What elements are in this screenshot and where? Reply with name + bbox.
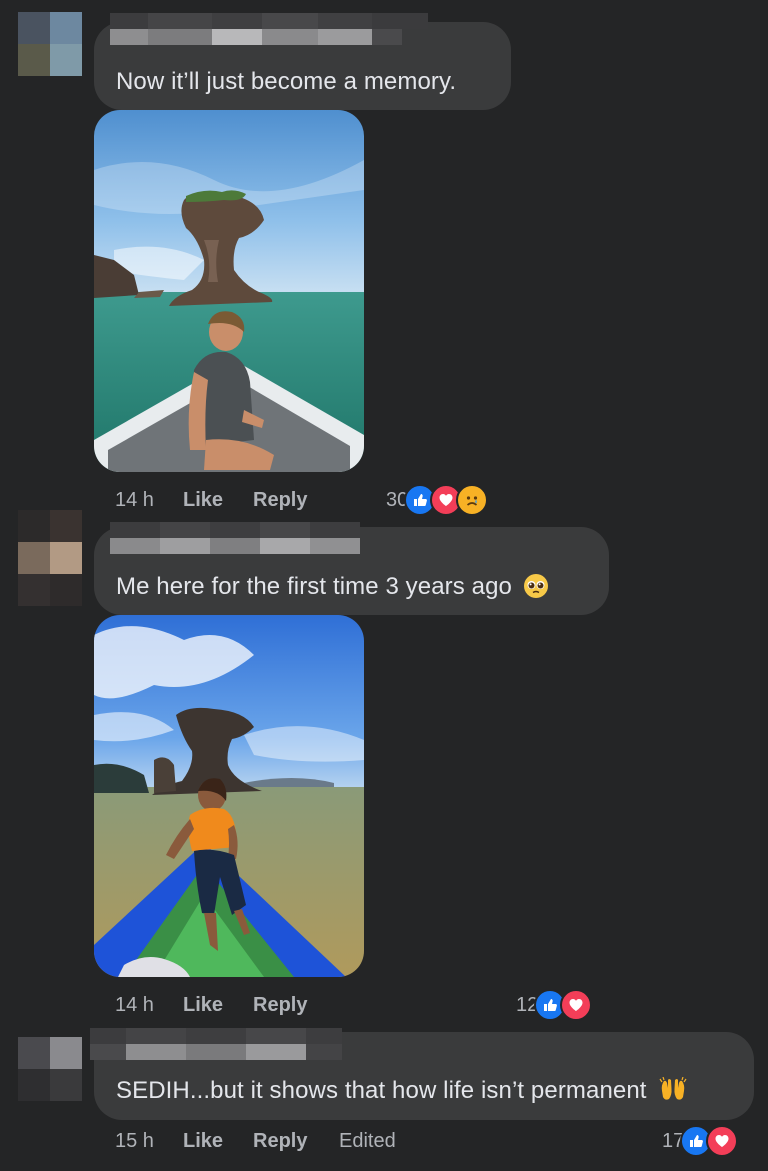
comment-photo[interactable] xyxy=(94,110,364,472)
raising-hands-emoji xyxy=(659,1076,687,1100)
reply-button[interactable]: Reply xyxy=(253,1130,307,1153)
reply-button[interactable]: Reply xyxy=(253,489,307,512)
sad-icon xyxy=(456,484,489,516)
comment-text-content: Me here for the first time 3 years ago xyxy=(116,573,512,600)
pleading-face-emoji xyxy=(523,573,548,598)
reaction-summary[interactable]: 30 xyxy=(386,484,489,516)
avatar[interactable] xyxy=(18,1037,82,1101)
love-icon xyxy=(560,989,593,1021)
reaction-summary[interactable]: 12 xyxy=(516,989,593,1021)
comment-time[interactable]: 14 h xyxy=(115,489,154,512)
comment-text: Me here for the first time 3 years ago xyxy=(116,573,549,601)
comment-text: Now it’ll just become a memory. xyxy=(116,68,457,95)
comment-text-content: SEDIH...but it shows that how life isn’t… xyxy=(116,1077,647,1104)
avatar[interactable] xyxy=(18,12,82,76)
like-button[interactable]: Like xyxy=(183,994,223,1017)
edited-label[interactable]: Edited xyxy=(339,1130,396,1153)
comment-time[interactable]: 15 h xyxy=(115,1130,154,1153)
comment-time[interactable]: 14 h xyxy=(115,994,154,1017)
comment-text: SEDIH...but it shows that how life isn’t… xyxy=(116,1076,687,1105)
reply-button[interactable]: Reply xyxy=(253,994,307,1017)
like-button[interactable]: Like xyxy=(183,489,223,512)
commenter-name[interactable] xyxy=(90,1028,342,1060)
reaction-summary[interactable]: 17 xyxy=(662,1125,739,1157)
love-icon xyxy=(706,1125,739,1157)
comment-thread: Now it’ll just become a memory. 14 h Lik… xyxy=(0,0,768,1171)
commenter-name[interactable] xyxy=(110,13,428,45)
comment-photo[interactable] xyxy=(94,615,364,977)
commenter-name[interactable] xyxy=(110,522,360,554)
like-button[interactable]: Like xyxy=(183,1130,223,1153)
avatar[interactable] xyxy=(18,510,82,606)
